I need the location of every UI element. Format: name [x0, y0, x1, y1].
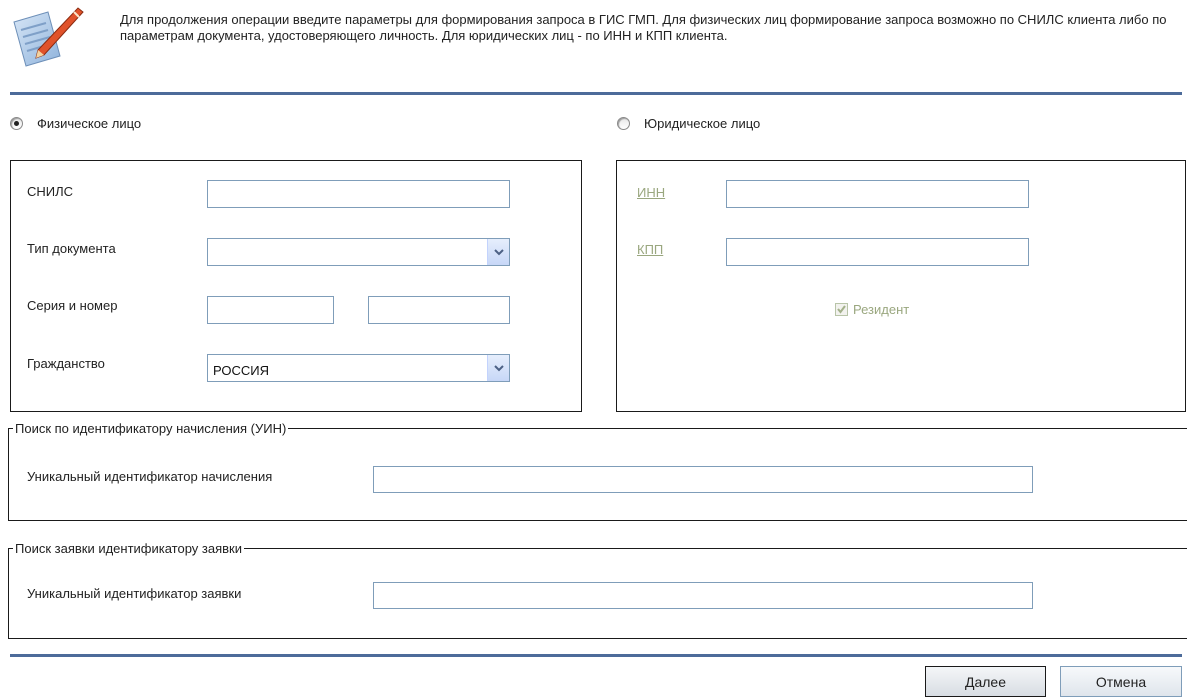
radio-legal[interactable]: Юридическое лицо — [617, 116, 760, 131]
citizenship-select[interactable]: РОССИЯ — [207, 354, 510, 382]
uin-label: Уникальный идентификатор начисления — [27, 469, 273, 484]
resident-checkbox[interactable]: Резидент — [835, 302, 909, 317]
kpp-input[interactable] — [726, 238, 1029, 266]
resident-label: Резидент — [853, 302, 910, 317]
radio-individual-label: Физическое лицо — [37, 116, 142, 131]
number-input[interactable] — [368, 296, 510, 324]
snils-label: СНИЛС — [27, 184, 74, 199]
series-input[interactable] — [207, 296, 334, 324]
citizenship-value: РОССИЯ — [213, 363, 270, 378]
document-edit-icon — [8, 2, 84, 70]
inn-input[interactable] — [726, 180, 1029, 208]
radio-individual[interactable]: Физическое лицо — [10, 116, 141, 131]
doc-type-label: Тип документа — [27, 241, 116, 256]
snils-input[interactable] — [207, 180, 510, 208]
doc-type-value — [208, 262, 487, 265]
chevron-down-icon[interactable] — [487, 239, 509, 265]
radio-legal-label: Юридическое лицо — [644, 116, 761, 131]
series-number-label: Серия и номер — [27, 298, 118, 313]
radio-unchecked-icon[interactable] — [617, 117, 630, 130]
request-id-label: Уникальный идентификатор заявки — [27, 586, 242, 601]
inn-label: ИНН — [637, 185, 666, 200]
uin-search-legend: Поиск по идентификатору начисления (УИН) — [15, 421, 287, 436]
bottom-divider — [10, 654, 1182, 657]
uin-input[interactable] — [373, 466, 1033, 493]
cancel-button[interactable]: Отмена — [1060, 666, 1182, 697]
instructions-text: Для продолжения операции введите парамет… — [120, 12, 1167, 43]
citizenship-label: Гражданство — [27, 356, 105, 371]
kpp-label: КПП — [637, 242, 664, 257]
request-id-input[interactable] — [373, 582, 1033, 609]
next-button[interactable]: Далее — [925, 666, 1046, 697]
top-divider — [10, 92, 1182, 95]
checkmark-icon[interactable] — [835, 303, 848, 316]
request-search-legend: Поиск заявки идентификатору заявки — [15, 541, 242, 556]
radio-checked-icon[interactable] — [10, 117, 23, 130]
doc-type-select[interactable] — [207, 238, 510, 266]
chevron-down-icon[interactable] — [487, 355, 509, 381]
